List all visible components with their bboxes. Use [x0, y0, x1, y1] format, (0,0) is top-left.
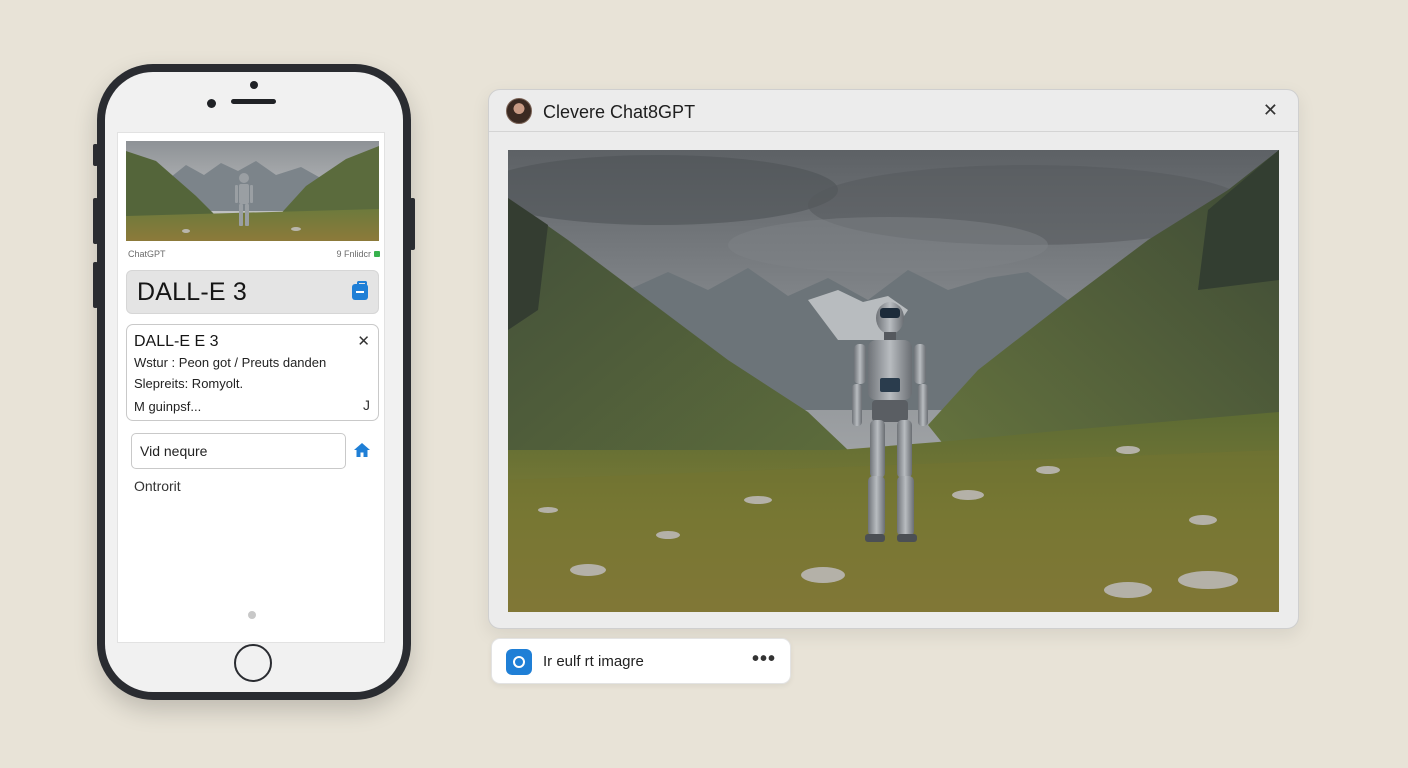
- window-titlebar: Clevere Chat8GPT ✕: [489, 90, 1298, 132]
- detail-line-1: Wstur : Peon got / Preuts danden: [134, 355, 327, 370]
- volume-up-button: [93, 198, 98, 244]
- volume-down-button: [93, 262, 98, 308]
- generated-image[interactable]: [508, 150, 1279, 612]
- meta-right-group: 9 Fnlidcr: [336, 249, 380, 259]
- camera-icon[interactable]: [506, 649, 532, 675]
- clipboard-icon[interactable]: [352, 281, 368, 300]
- phone-device: ChatGPT 9 Fnlidcr DALL-E 3 DALL-E E 3 ✕ …: [93, 64, 415, 700]
- phone-screen: ChatGPT 9 Fnlidcr DALL-E 3 DALL-E E 3 ✕ …: [117, 132, 385, 643]
- home-button[interactable]: [234, 644, 272, 682]
- window-title: Clevere Chat8GPT: [543, 102, 696, 122]
- sensor-dot: [250, 81, 258, 89]
- thumbnail-meta-row: ChatGPT 9 Fnlidcr: [128, 248, 380, 260]
- thumbnail-landscape: [126, 141, 379, 241]
- close-icon[interactable]: ✕: [1263, 100, 1278, 121]
- meta-count-label: 9 Fnlidcr: [336, 249, 371, 259]
- more-horizontal-icon[interactable]: •••: [752, 648, 776, 671]
- model-title-card[interactable]: DALL-E 3: [126, 270, 379, 314]
- resize-handle-icon[interactable]: J: [363, 397, 370, 413]
- page-indicator-dot: [248, 611, 256, 619]
- front-camera: [207, 99, 216, 108]
- chat-image-window: Clevere Chat8GPT ✕: [488, 89, 1299, 629]
- generated-image-thumbnail[interactable]: [126, 141, 379, 241]
- detail-heading: DALL-E E 3: [134, 333, 219, 350]
- image-action-label: Ir eulf rt imagre: [543, 653, 644, 670]
- close-icon[interactable]: ✕: [357, 332, 370, 350]
- power-button: [410, 198, 415, 250]
- phone-body: ChatGPT 9 Fnlidcr DALL-E 3 DALL-E E 3 ✕ …: [105, 72, 403, 692]
- earpiece-speaker: [231, 99, 276, 104]
- model-detail-card: DALL-E E 3 ✕ Wstur : Peon got / Preuts d…: [126, 324, 379, 421]
- detail-line-2: Slepreits: Romyolt.: [134, 376, 244, 391]
- image-action-bar[interactable]: Ir eulf rt imagre •••: [491, 638, 791, 684]
- options-link[interactable]: Ontrorit: [134, 478, 181, 494]
- mute-switch: [93, 144, 98, 166]
- model-title: DALL-E 3: [137, 277, 247, 306]
- prompt-input[interactable]: Vid nequre: [131, 433, 346, 469]
- avatar[interactable]: [506, 98, 532, 124]
- home-icon[interactable]: [353, 441, 371, 459]
- detail-line-3: M guinpsf...: [134, 399, 202, 414]
- status-indicator-icon: [374, 251, 380, 257]
- landscape-robot-image: [508, 150, 1279, 612]
- meta-source-label: ChatGPT: [128, 249, 166, 259]
